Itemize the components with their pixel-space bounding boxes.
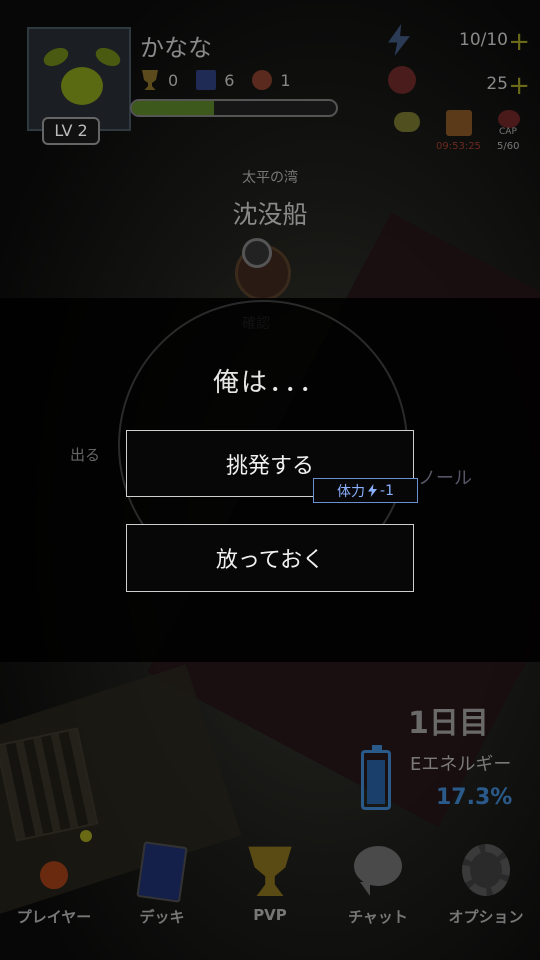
npc-label: ノール [418,468,472,489]
player-icon [30,844,78,896]
energy-percent: 17.3% [436,785,513,810]
card-icon [196,70,217,90]
player-stats: 0 6 1 [140,70,301,90]
avatar-character-icon [61,67,103,105]
cost-value: -1 [380,482,394,499]
bottom-nav: プレイヤー デッキ PVP チャット オプション [0,830,540,960]
bolt-icon [368,484,378,497]
notification-dot [80,830,92,842]
nav-label: オプション [448,908,524,926]
battery-icon [361,745,391,810]
gem-icon [252,70,273,90]
xp-bar [130,99,338,117]
gift-timer: 09:53:25 [436,141,481,152]
sleep-icon[interactable] [394,112,420,132]
player-avatar[interactable] [27,27,131,131]
energy-value: 10/10 [459,30,508,50]
deck-icon [136,841,188,903]
location-subtitle: 太平の湾 [242,170,298,186]
card-count: 6 [224,70,235,90]
player-name: かなな [140,34,212,62]
level-badge: LV 2 [42,117,100,145]
add-energy-button[interactable]: + [508,29,530,55]
exit-label: 出る [70,446,101,464]
trophy-icon [248,846,292,896]
cap-label: CAP [499,127,517,137]
nav-option[interactable]: オプション [432,836,540,960]
stamina-cost-tag: 体力 -1 [313,478,418,503]
nav-label: PVP [253,906,287,924]
gem-count: 1 [280,70,291,90]
nav-label: デッキ [139,908,185,926]
trophy-icon [142,70,158,90]
day-label: 1日目 [408,706,489,741]
gift-icon[interactable] [446,110,472,136]
coin-bird-icon [388,66,416,94]
ignore-button[interactable]: 放っておく [126,524,414,592]
cap-icon[interactable] [498,110,520,128]
location-title: 沈没船 [232,200,308,229]
xp-bar-fill [132,101,214,115]
gear-icon [462,844,510,896]
add-coin-button[interactable]: + [508,73,530,99]
nav-pvp[interactable]: PVP [216,836,324,960]
nav-label: チャット [348,908,408,926]
battery-fill [367,760,385,804]
cost-label: 体力 [337,483,366,500]
nav-label: プレイヤー [16,908,92,926]
energy-label: Eエネルギー [410,754,512,775]
coin-value: 25 [486,74,508,94]
cap-value: 5/60 [497,141,520,152]
nav-chat[interactable]: チャット [324,836,432,960]
magnifier-icon[interactable] [235,238,291,301]
trophy-count: 0 [168,70,179,90]
dialog-text: 俺は．．． [212,368,327,398]
chat-icon [354,846,402,896]
ignore-label: 放っておく [215,548,325,573]
provoke-label: 挑発する [225,453,314,479]
nav-player[interactable]: プレイヤー [0,830,108,960]
nav-deck[interactable]: デッキ [108,836,216,960]
